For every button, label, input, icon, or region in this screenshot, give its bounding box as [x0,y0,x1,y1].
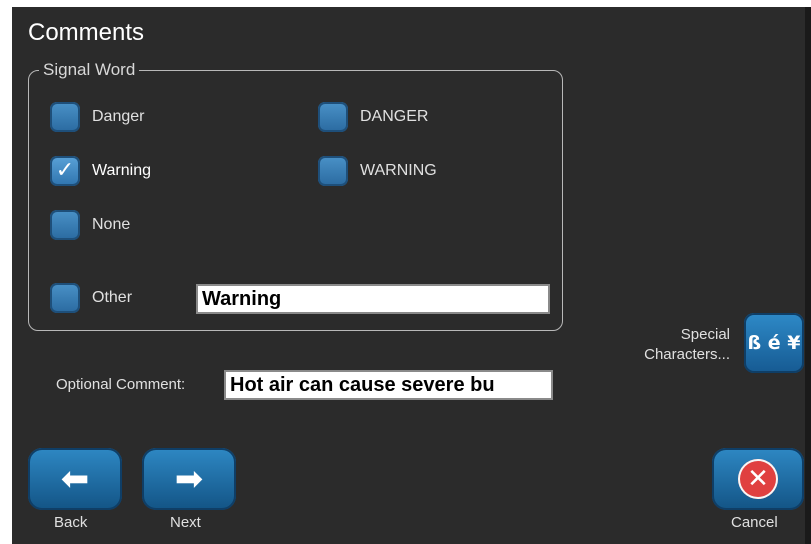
cancel-x-icon: ✕ [738,459,778,499]
none-label: None [92,216,131,233]
other-label: Other [92,289,133,306]
signal-word-legend: Signal Word [39,60,140,80]
option-warning[interactable]: ✓ Warning [50,156,151,186]
danger-label: Danger [92,108,145,125]
option-warning-upper[interactable]: WARNING [318,156,437,186]
option-none[interactable]: None [50,210,130,240]
page-title: Comments [28,19,145,46]
warning-label: Warning [92,162,151,179]
checkmark-icon: ✓ [55,158,75,183]
other-text-field[interactable]: Warning [196,284,550,314]
none-checkbox[interactable] [50,210,80,240]
warning-upper-label: WARNING [360,162,437,179]
option-danger[interactable]: Danger [50,102,144,132]
optional-comment-field[interactable]: Hot air can cause severe bu [224,370,553,400]
cancel-button[interactable]: ✕ [712,448,804,510]
special-characters-button[interactable]: ß é ¥ [744,313,804,373]
next-button[interactable]: ➡ [142,448,236,510]
warning-upper-checkbox[interactable] [318,156,348,186]
close-icon: ✕ [747,464,769,494]
danger-upper-checkbox[interactable] [318,102,348,132]
left-arrow-icon: ⬅ [60,459,90,499]
right-arrow-icon: ➡ [174,459,204,499]
back-button[interactable]: ⬅ [28,448,122,510]
danger-checkbox[interactable] [50,102,80,132]
next-label: Next [170,514,201,531]
other-checkbox[interactable] [50,283,80,313]
back-label: Back [54,514,88,531]
option-danger-upper[interactable]: DANGER [318,102,428,132]
option-other[interactable]: Other [50,283,132,313]
optional-comment-label: Optional Comment: [56,376,186,393]
cancel-label: Cancel [731,514,778,531]
comments-screen: Comments Signal Word Danger ✓ Warning No… [12,7,811,544]
special-characters-label: Special Characters... [610,325,730,365]
special-characters-icon: ß é ¥ [747,332,801,354]
warning-checkbox[interactable]: ✓ [50,156,80,186]
special-label-line2: Characters... [644,346,730,363]
danger-upper-label: DANGER [360,108,429,125]
special-label-line1: Special [680,326,730,343]
